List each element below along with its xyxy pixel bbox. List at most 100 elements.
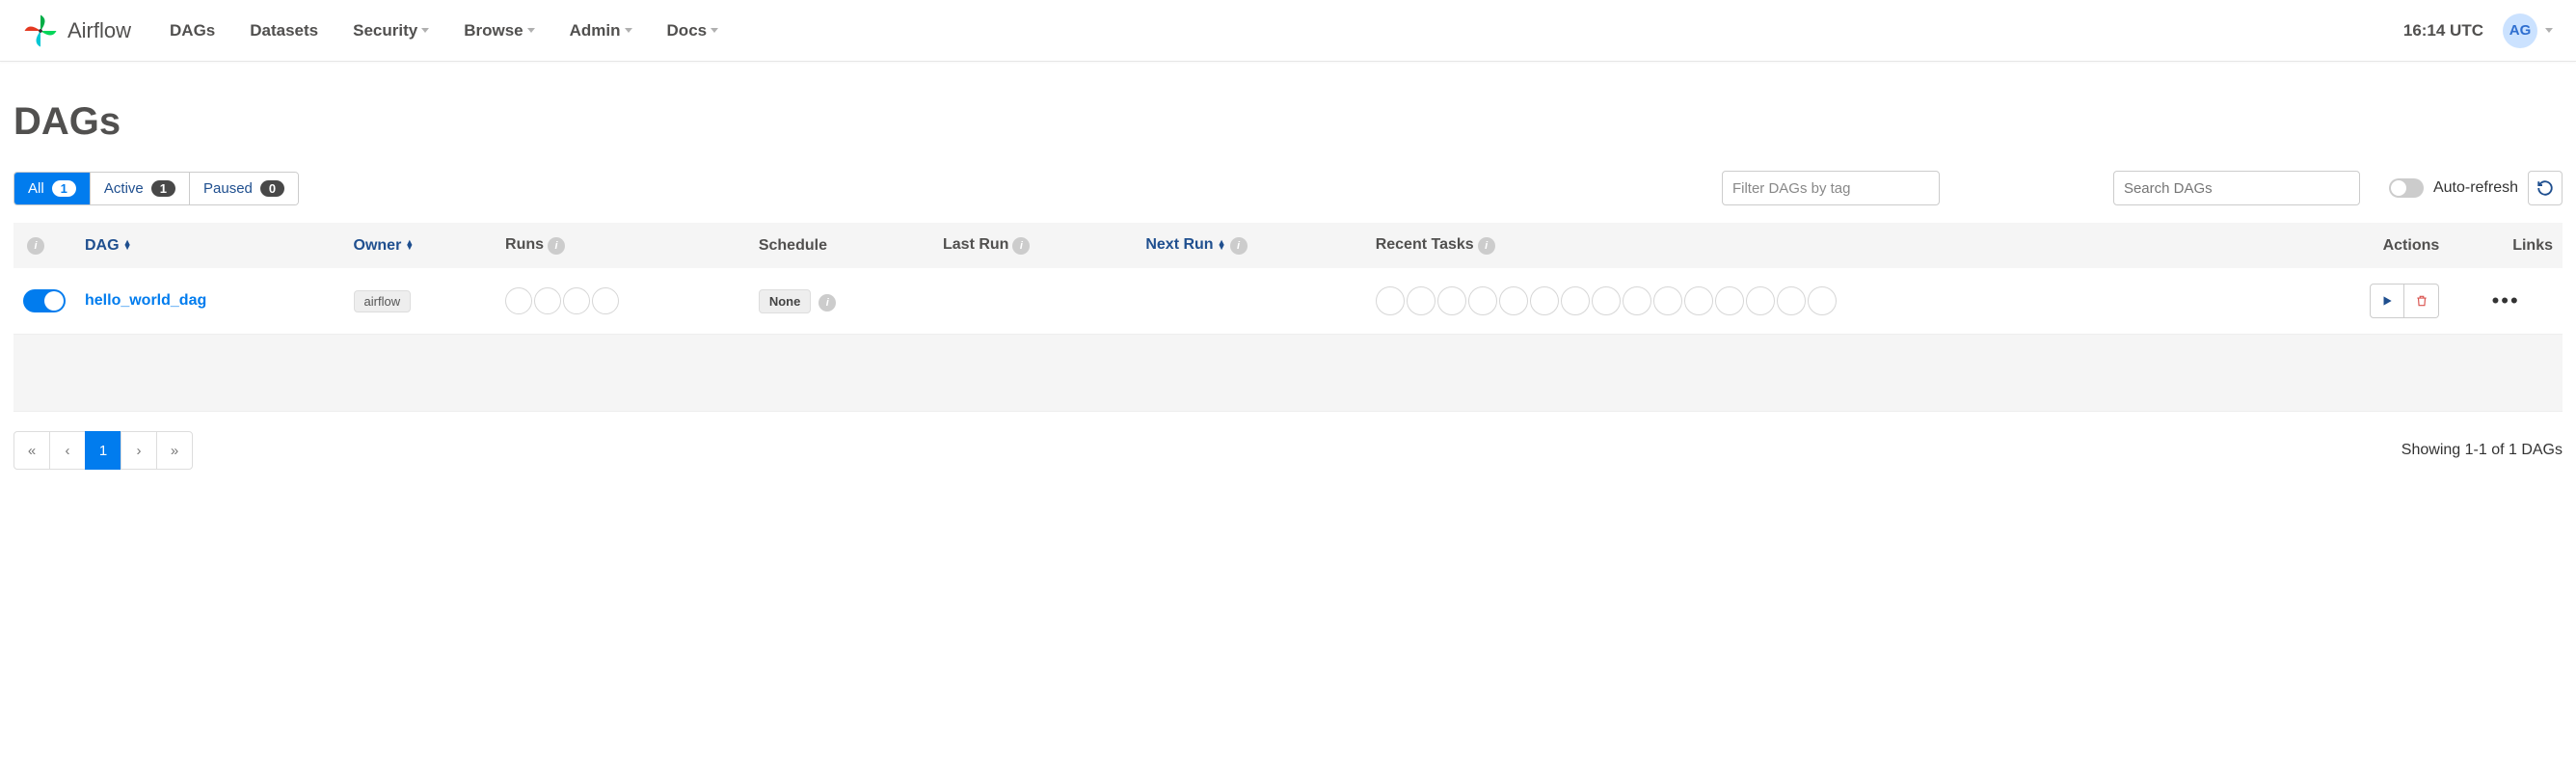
filter-count-badge: 1 xyxy=(52,180,76,197)
column-header-recent-tasks: Recent Tasksi xyxy=(1366,223,2280,268)
info-icon[interactable]: i xyxy=(818,294,836,312)
column-header-runs: Runsi xyxy=(496,223,749,268)
run-circle xyxy=(563,287,590,314)
filter-label: All xyxy=(28,180,44,197)
task-circle xyxy=(1777,286,1806,315)
delete-dag-button[interactable] xyxy=(2404,284,2439,318)
nav-label: Datasets xyxy=(250,21,318,41)
info-icon[interactable]: i xyxy=(27,237,44,255)
sort-icon: ▲▼ xyxy=(123,240,132,250)
brand-text: Airflow xyxy=(67,18,131,43)
page-next-button[interactable]: › xyxy=(121,431,157,470)
task-circle xyxy=(1376,286,1405,315)
refresh-icon xyxy=(2536,179,2554,197)
nav-item-browse[interactable]: Browse xyxy=(464,21,534,41)
dags-table: i DAG▲▼ Owner▲▼ Runsi Schedule Last Runi… xyxy=(13,223,2563,412)
nav-item-admin[interactable]: Admin xyxy=(570,21,632,41)
page-first-button[interactable]: « xyxy=(13,431,50,470)
page-number-button[interactable]: 1 xyxy=(85,431,121,470)
task-circle xyxy=(1684,286,1713,315)
refresh-button[interactable] xyxy=(2528,171,2563,205)
chevron-down-icon xyxy=(2545,28,2553,33)
filter-all-button[interactable]: All 1 xyxy=(14,173,91,204)
task-circle xyxy=(1592,286,1621,315)
showing-text: Showing 1-1 of 1 DAGs xyxy=(2402,442,2563,459)
column-header-actions: Actions xyxy=(2280,223,2449,268)
header-label: DAG xyxy=(85,237,120,254)
chevron-down-icon xyxy=(421,28,429,33)
table-footer: « ‹ 1 › » Showing 1-1 of 1 DAGs xyxy=(13,431,2563,470)
owner-badge[interactable]: airflow xyxy=(354,290,412,312)
search-dags-input[interactable] xyxy=(2113,171,2360,205)
column-header-links: Links xyxy=(2449,223,2563,268)
filter-count-badge: 0 xyxy=(260,180,284,197)
filter-paused-button[interactable]: Paused 0 xyxy=(190,173,298,204)
last-run-cell xyxy=(933,268,1136,335)
info-icon[interactable]: i xyxy=(1230,237,1248,255)
filter-active-button[interactable]: Active 1 xyxy=(91,173,190,204)
task-circle xyxy=(1468,286,1497,315)
nav-label: Security xyxy=(353,21,417,41)
task-circle xyxy=(1499,286,1528,315)
run-circle xyxy=(505,287,532,314)
filters-row: All 1 Active 1 Paused 0 Auto-refresh xyxy=(13,171,2563,205)
info-icon[interactable]: i xyxy=(1012,237,1030,255)
run-circle xyxy=(592,287,619,314)
nav-item-docs[interactable]: Docs xyxy=(667,21,719,41)
dag-pause-toggle[interactable] xyxy=(23,289,66,312)
dag-id-link[interactable]: hello_world_dag xyxy=(85,292,206,309)
brand[interactable]: Airflow xyxy=(23,14,131,48)
trash-icon xyxy=(2415,293,2428,309)
runs-status-circles[interactable] xyxy=(505,287,739,314)
status-filter-group: All 1 Active 1 Paused 0 xyxy=(13,172,299,205)
auto-refresh-toggle[interactable] xyxy=(2389,178,2424,198)
info-icon[interactable]: i xyxy=(1478,237,1495,255)
nav-item-security[interactable]: Security xyxy=(353,21,429,41)
filter-tags-input[interactable] xyxy=(1722,171,1940,205)
page-title: DAGs xyxy=(13,100,2563,144)
sort-icon: ▲▼ xyxy=(405,240,414,250)
chevron-down-icon xyxy=(625,28,632,33)
auto-refresh-label: Auto-refresh xyxy=(2433,179,2518,197)
task-circle xyxy=(1808,286,1837,315)
task-circle xyxy=(1530,286,1559,315)
task-circle xyxy=(1715,286,1744,315)
column-header-schedule: Schedule xyxy=(749,223,933,268)
table-padding xyxy=(13,335,2563,412)
column-header-last-run: Last Runi xyxy=(933,223,1136,268)
task-circle xyxy=(1407,286,1436,315)
header-label: Recent Tasks xyxy=(1376,236,1474,253)
chevron-down-icon xyxy=(527,28,535,33)
header-label: Runs xyxy=(505,236,544,253)
user-menu[interactable]: AG xyxy=(2503,14,2553,48)
trigger-dag-button[interactable] xyxy=(2370,284,2404,318)
page-last-button[interactable]: » xyxy=(156,431,193,470)
task-circle xyxy=(1561,286,1590,315)
nav-label: Docs xyxy=(667,21,708,41)
nav-item-datasets[interactable]: Datasets xyxy=(250,21,318,41)
filter-count-badge: 1 xyxy=(151,180,175,197)
column-header-dag[interactable]: DAG▲▼ xyxy=(75,223,344,268)
info-icon[interactable]: i xyxy=(548,237,565,255)
chevron-down-icon xyxy=(711,28,718,33)
run-circle xyxy=(534,287,561,314)
schedule-badge[interactable]: None xyxy=(759,289,812,313)
nav-item-dags[interactable]: DAGs xyxy=(170,21,215,41)
column-header-next-run[interactable]: Next Run ▲▼ i xyxy=(1136,223,1365,268)
clock[interactable]: 16:14 UTC xyxy=(2403,21,2483,41)
sort-icon: ▲▼ xyxy=(1218,240,1226,250)
recent-tasks-circles[interactable] xyxy=(1376,286,2270,315)
task-circle xyxy=(1653,286,1682,315)
column-header-owner[interactable]: Owner▲▼ xyxy=(344,223,496,268)
page-prev-button[interactable]: ‹ xyxy=(49,431,86,470)
navbar: Airflow DAGs Datasets Security Browse Ad… xyxy=(0,0,2576,62)
nav-label: Browse xyxy=(464,21,523,41)
header-label: Last Run xyxy=(943,236,1008,253)
airflow-logo-icon xyxy=(23,14,58,48)
next-run-cell xyxy=(1136,268,1365,335)
pagination: « ‹ 1 › » xyxy=(13,431,193,470)
task-circle xyxy=(1746,286,1775,315)
task-circle xyxy=(1623,286,1651,315)
header-label: Next Run xyxy=(1145,236,1213,253)
links-menu-button[interactable]: ••• xyxy=(2458,288,2553,313)
